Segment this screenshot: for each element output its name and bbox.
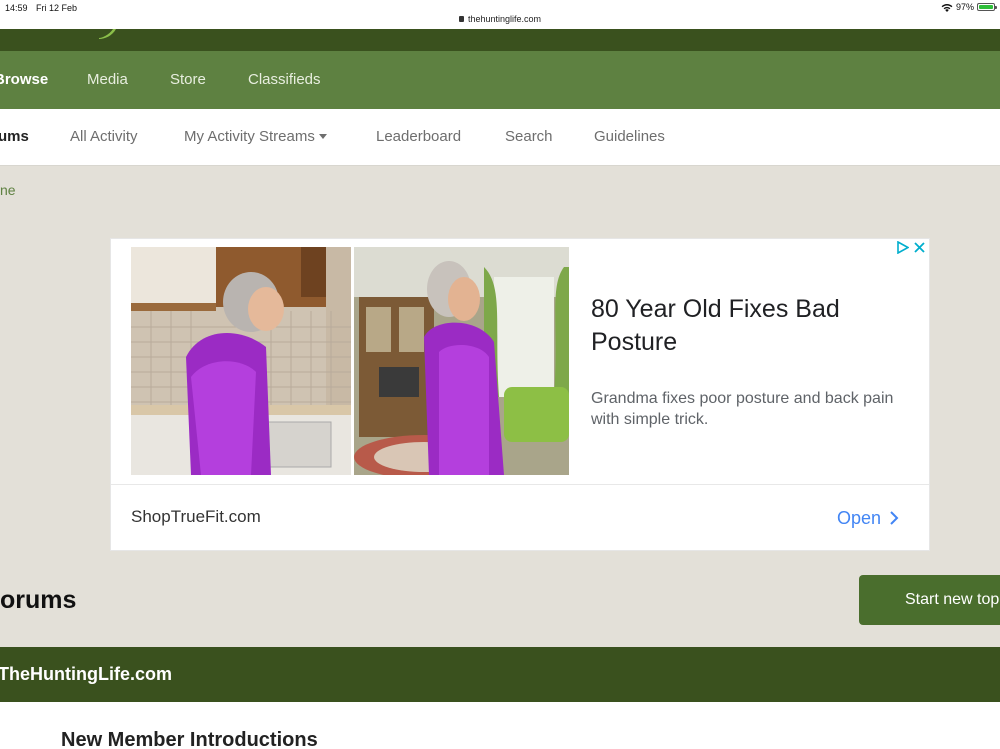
subnav-leaderboard[interactable]: Leaderboard xyxy=(376,109,461,165)
ad-description: Grandma fixes poor posture and back pain… xyxy=(591,390,894,428)
wifi-icon xyxy=(941,3,953,12)
subnav-search[interactable]: Search xyxy=(505,109,553,165)
ad-choices[interactable] xyxy=(896,241,925,254)
nav-media[interactable]: Media xyxy=(87,51,128,109)
ad-open-label: Open xyxy=(837,507,882,528)
subnav-all-activity[interactable]: All Activity xyxy=(70,109,138,165)
forum-row[interactable]: New Member Introductions xyxy=(0,702,1000,749)
date: Fri 12 Feb xyxy=(36,3,78,13)
clock: 14:59 xyxy=(5,3,28,13)
ad-open-button[interactable]: Open xyxy=(837,505,899,531)
chevron-right-icon xyxy=(890,511,899,525)
ad-image-after[interactable] xyxy=(354,247,569,475)
url-text: thehuntinglife.com xyxy=(467,14,542,24)
ad-headline[interactable]: 80 Year Old Fixes Bad Posture xyxy=(591,293,891,359)
page-title: orums xyxy=(0,586,77,614)
battery-percent: 97% xyxy=(955,2,974,12)
lock-icon xyxy=(458,16,464,22)
logo-leaf-icon xyxy=(99,29,116,39)
subnav-my-activity-streams[interactable]: My Activity Streams xyxy=(184,109,327,165)
address-bar[interactable]: thehuntinglife.com xyxy=(0,14,1000,24)
breadcrumb-home[interactable]: ne xyxy=(0,182,16,198)
nav-classifieds[interactable]: Classifieds xyxy=(248,51,321,109)
site-header xyxy=(0,29,1000,51)
close-icon[interactable] xyxy=(914,242,925,253)
category-header[interactable]: TheHuntingLife.com xyxy=(0,647,1000,702)
subnav-guidelines[interactable]: Guidelines xyxy=(594,109,665,165)
caret-down-icon xyxy=(318,134,327,139)
ad-divider xyxy=(111,484,929,485)
ad-image-before[interactable] xyxy=(131,247,351,475)
status-right: 97% xyxy=(941,2,997,12)
secondary-nav: ums All Activity My Activity Streams Lea… xyxy=(0,109,1000,166)
battery-icon xyxy=(977,3,997,11)
primary-nav: Browse Media Store Classifieds xyxy=(0,51,1000,109)
start-new-topic-button[interactable]: Start new top xyxy=(859,575,1000,625)
status-bar: 14:59 Fri 12 Feb thehuntinglife.com 97% xyxy=(0,0,1000,29)
subnav-my-activity-streams-label: My Activity Streams xyxy=(184,128,315,145)
advertisement[interactable]: 80 Year Old Fixes Bad Posture Grandma fi… xyxy=(110,238,930,551)
forum-name[interactable]: New Member Introductions xyxy=(61,729,318,749)
ad-advertiser: ShopTrueFit.com xyxy=(131,507,261,526)
nav-browse[interactable]: Browse xyxy=(0,51,48,109)
subnav-forums[interactable]: ums xyxy=(0,109,29,165)
category-title: TheHuntingLife.com xyxy=(0,664,172,684)
adchoices-play-icon[interactable] xyxy=(896,241,909,254)
nav-store[interactable]: Store xyxy=(170,51,206,109)
